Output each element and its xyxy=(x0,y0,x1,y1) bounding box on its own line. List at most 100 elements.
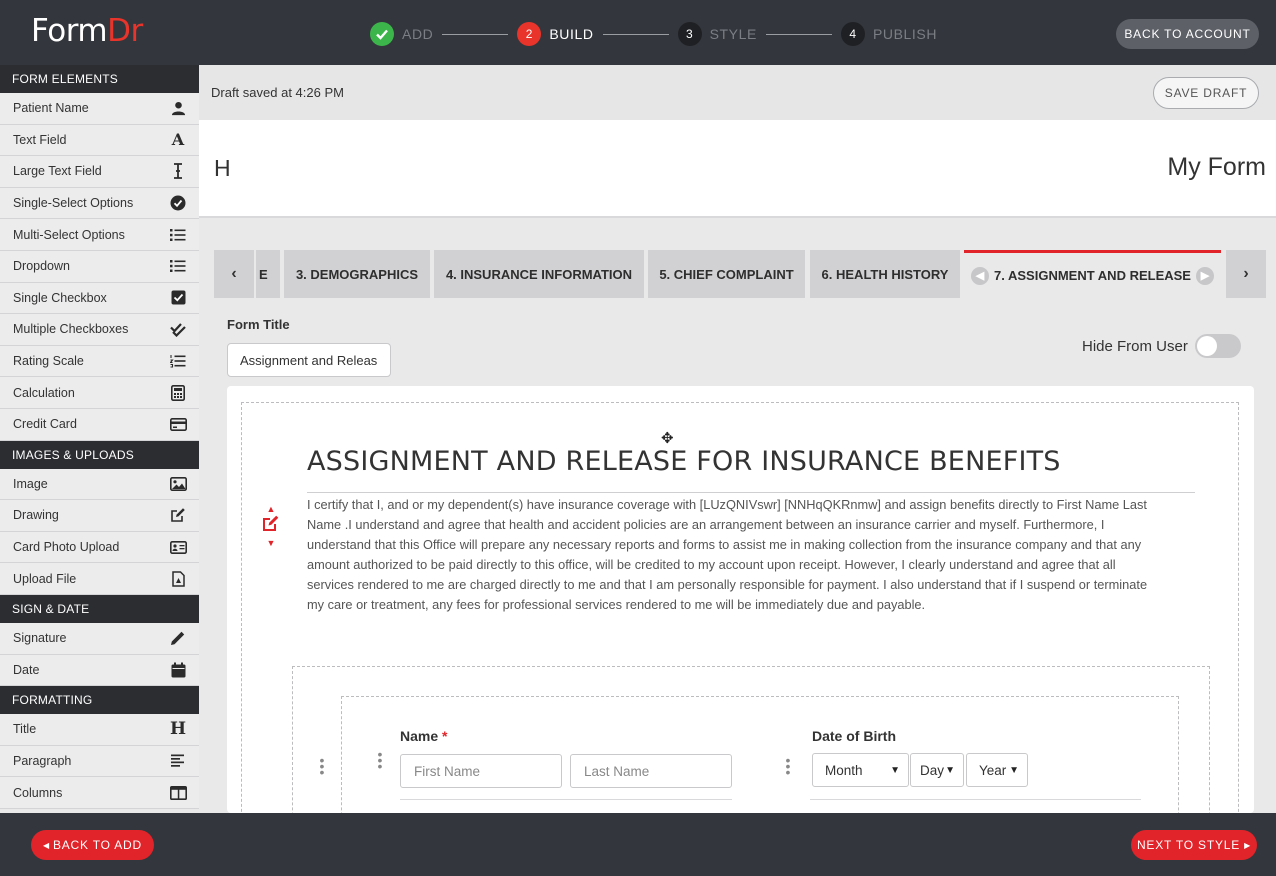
save-draft-button[interactable]: SAVE DRAFT xyxy=(1153,77,1259,109)
tab-scroll-left-button[interactable]: ‹ xyxy=(214,250,254,298)
chevron-right-icon: › xyxy=(1243,265,1249,282)
hide-from-user-label: Hide From User xyxy=(1082,338,1188,355)
field-divider xyxy=(400,799,732,800)
tab-label: 3. DEMOGRAPHICS xyxy=(295,266,419,282)
move-tab-right-icon[interactable]: ▶ xyxy=(1195,266,1214,285)
sidebar-item-date[interactable]: Date xyxy=(0,654,199,687)
sidebar-item-label: Rating Scale xyxy=(13,354,84,369)
chevron-left-icon: ‹ xyxy=(231,265,237,282)
tab-demographics[interactable]: 3. DEMOGRAPHICS xyxy=(284,250,430,298)
step-build-number: 2 xyxy=(517,22,542,46)
tab-scroll-right-button[interactable]: › xyxy=(1226,250,1266,298)
back-to-add-label: BACK TO ADD xyxy=(52,838,142,852)
toggle-knob xyxy=(1197,336,1217,356)
back-to-add-button[interactable]: ◀ BACK TO ADD xyxy=(31,830,154,860)
chevron-down-icon: ▼ xyxy=(890,764,900,776)
sidebar-item-credit-card[interactable]: Credit Card xyxy=(0,408,199,441)
sidebar-item-multiple-checkboxes[interactable]: Multiple Checkboxes xyxy=(0,314,199,346)
last-name-input[interactable]: Last Name xyxy=(570,754,732,788)
month-select-value: Month xyxy=(825,762,863,778)
back-to-account-button[interactable]: BACK TO ACCOUNT xyxy=(1116,19,1259,49)
sidebar-item-label: Columns xyxy=(13,785,63,800)
sidebar-item-upload-file[interactable]: Upload File xyxy=(0,563,199,595)
day-select[interactable]: Day ▼ xyxy=(910,753,964,787)
image-icon xyxy=(169,475,187,493)
drag-handle-icon[interactable]: • • • xyxy=(785,753,791,779)
sidebar-item-single-select[interactable]: Single-Select Options xyxy=(0,187,199,220)
sidebar-item-label: Card Photo Upload xyxy=(13,540,120,555)
name-field-label: Name * xyxy=(400,728,447,744)
sidebar-item-label: Large Text Field xyxy=(13,164,102,179)
sidebar-item-label: Single-Select Options xyxy=(13,196,134,211)
move-down-icon[interactable]: ▼ xyxy=(261,538,281,548)
sidebar-item-title[interactable]: Title H xyxy=(0,714,199,746)
form-elements-sidebar: FORM ELEMENTS Patient Name Text Field A … xyxy=(0,65,199,813)
sidebar-section-formatting: FORMATTING xyxy=(0,686,199,715)
id-card-icon xyxy=(169,538,187,556)
list-icon xyxy=(169,226,187,244)
tab-insurance-information[interactable]: 4. INSURANCE INFORMATION xyxy=(434,250,644,298)
double-check-icon xyxy=(169,320,187,338)
year-select[interactable]: Year ▼ xyxy=(966,753,1028,787)
drag-handle-icon[interactable]: • • • xyxy=(377,747,383,773)
assignment-paragraph: I certify that I, and or my dependent(s)… xyxy=(307,495,1195,615)
draft-status: Draft saved at 4:26 PM xyxy=(211,85,344,100)
step-style[interactable]: 3 STYLE xyxy=(677,22,757,46)
move-up-icon[interactable]: ▲ xyxy=(261,504,281,514)
sidebar-item-drawing[interactable]: Drawing xyxy=(0,500,199,532)
tab-health-history[interactable]: 6. HEALTH HISTORY xyxy=(810,250,960,298)
step-add[interactable]: ADD xyxy=(370,22,433,46)
sidebar-item-columns[interactable]: Columns xyxy=(0,777,199,809)
chevron-down-icon: ▼ xyxy=(1009,764,1019,776)
formdr-logo[interactable]: FormDr xyxy=(31,13,143,49)
caret-right-icon: ▶ xyxy=(1244,840,1252,850)
tab-partial[interactable]: E xyxy=(256,250,280,298)
next-to-style-button[interactable]: NEXT TO STYLE ▶ xyxy=(1131,830,1257,860)
sidebar-item-label: Single Checkbox xyxy=(13,290,107,305)
sidebar-item-single-checkbox[interactable]: Single Checkbox xyxy=(0,282,199,315)
paragraph-line: amount authorized to be paid directly to… xyxy=(307,557,1116,572)
tab-chief-complaint[interactable]: 5. CHIEF COMPLAINT xyxy=(648,250,805,298)
sidebar-item-card-photo-upload[interactable]: Card Photo Upload xyxy=(0,531,199,564)
edit-square-icon xyxy=(169,506,187,524)
sidebar-item-calculation[interactable]: Calculation xyxy=(0,377,199,409)
sidebar-item-signature[interactable]: Signature xyxy=(0,622,199,655)
sidebar-item-image[interactable]: Image xyxy=(0,468,199,501)
heading-icon: H xyxy=(169,719,187,740)
sidebar-item-label: Multiple Checkboxes xyxy=(13,322,129,337)
align-left-icon xyxy=(169,752,187,770)
month-select[interactable]: Month ▼ xyxy=(812,753,909,787)
wizard-steps: ADD 2 BUILD 3 STYLE 4 PUBLISH xyxy=(370,22,937,46)
step-style-label: STYLE xyxy=(709,26,757,42)
form-name-title[interactable]: My Form xyxy=(1167,153,1266,182)
tab-label: 4. INSURANCE INFORMATION xyxy=(445,266,633,282)
sidebar-item-label: Patient Name xyxy=(13,101,89,116)
section-tabs: ‹ E 3. DEMOGRAPHICS 4. INSURANCE INFORMA… xyxy=(214,250,1266,298)
sidebar-item-paragraph[interactable]: Paragraph xyxy=(0,745,199,778)
drag-handle-icon[interactable]: • • • xyxy=(319,753,325,779)
sidebar-item-multi-select[interactable]: Multi-Select Options xyxy=(0,219,199,251)
practice-initial: H xyxy=(214,155,231,181)
sidebar-item-text-field[interactable]: Text Field A xyxy=(0,124,199,157)
tab-label: 5. CHIEF COMPLAINT xyxy=(659,266,794,282)
step-build[interactable]: 2 BUILD xyxy=(517,22,593,46)
form-title-input[interactable] xyxy=(227,343,391,377)
move-tab-left-icon[interactable]: ◀ xyxy=(971,266,989,285)
tab-assignment-and-release[interactable]: ◀ 7. ASSIGNMENT AND RELEASE ▶ xyxy=(964,250,1221,298)
move-icon[interactable]: ✥ xyxy=(661,429,674,447)
sidebar-item-dropdown[interactable]: Dropdown xyxy=(0,250,199,283)
check-circle-icon xyxy=(169,194,187,212)
form-header: H My Form xyxy=(199,120,1276,218)
sidebar-item-rating-scale[interactable]: Rating Scale xyxy=(0,345,199,378)
first-name-input[interactable]: First Name xyxy=(400,754,562,788)
sidebar-item-large-text-field[interactable]: Large Text Field xyxy=(0,156,199,188)
sidebar-item-label: Upload File xyxy=(13,571,77,586)
hide-from-user-toggle[interactable] xyxy=(1195,334,1241,358)
step-publish[interactable]: 4 PUBLISH xyxy=(840,22,937,46)
tab-label: E xyxy=(259,266,268,282)
sidebar-item-label: Text Field xyxy=(13,132,67,147)
sidebar-item-label: Paragraph xyxy=(13,753,72,768)
sidebar-item-patient-name[interactable]: Patient Name xyxy=(0,93,199,125)
edit-icon[interactable] xyxy=(261,514,281,538)
step-add-label: ADD xyxy=(402,26,434,42)
